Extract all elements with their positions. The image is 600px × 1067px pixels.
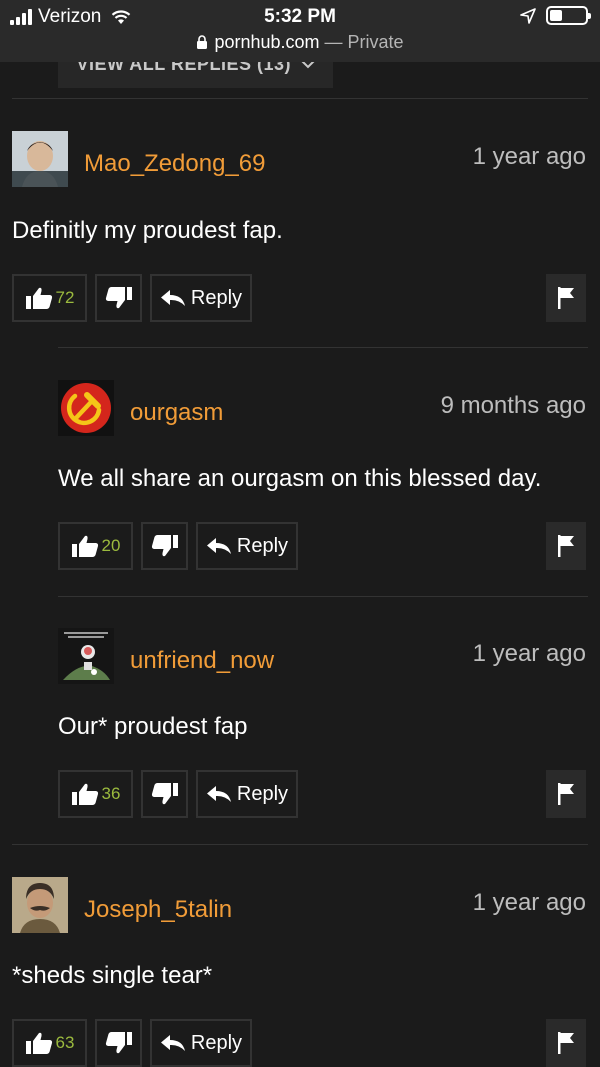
report-flag-button[interactable] <box>546 522 586 570</box>
reply-label: Reply <box>190 1031 243 1054</box>
reply-label: Reply <box>190 286 243 309</box>
like-count: 20 <box>101 536 121 555</box>
thumbs-up-icon <box>25 287 52 309</box>
user-avatar[interactable] <box>12 877 68 933</box>
status-time: 5:32 PM <box>264 6 336 27</box>
thumbs-down-icon <box>151 783 178 805</box>
divider <box>12 844 588 845</box>
location-arrow-icon <box>520 7 536 24</box>
url-separator: — <box>319 32 348 52</box>
portrait-avatar-icon <box>12 131 68 187</box>
url-text: pornhub.com <box>214 32 320 52</box>
flag-icon <box>558 535 574 557</box>
thumbs-up-icon <box>71 783 98 805</box>
comment-time: 1 year ago <box>472 640 586 667</box>
username-link[interactable]: Mao_Zedong_69 <box>84 150 265 178</box>
divider <box>58 596 588 597</box>
username-link[interactable]: ourgasm <box>130 399 223 427</box>
reply-button[interactable]: Reply <box>150 1019 252 1067</box>
dislike-button[interactable] <box>95 1019 142 1067</box>
thumbs-up-icon <box>71 535 98 557</box>
dislike-button[interactable] <box>141 770 188 818</box>
reply-arrow-icon <box>160 290 185 306</box>
like-count: 36 <box>101 784 121 803</box>
username-link[interactable]: unfriend_now <box>130 647 274 675</box>
like-count: 63 <box>55 1033 75 1052</box>
thumbs-down-icon <box>105 287 132 309</box>
dislike-button[interactable] <box>95 274 142 322</box>
reply-button[interactable]: Reply <box>196 770 298 818</box>
like-button[interactable]: 72 <box>12 274 87 322</box>
reply-arrow-icon <box>206 538 231 554</box>
reply-button[interactable]: Reply <box>150 274 252 322</box>
divider <box>12 98 588 99</box>
reply-label: Reply <box>236 534 289 557</box>
like-button[interactable]: 63 <box>12 1019 87 1067</box>
comment-time: 9 months ago <box>440 392 586 419</box>
report-flag-button[interactable] <box>546 274 586 322</box>
flag-icon <box>558 1032 574 1054</box>
divider <box>58 347 588 348</box>
thumbs-up-icon <box>25 1032 52 1054</box>
hammer-sickle-avatar-icon <box>58 380 114 436</box>
dislike-button[interactable] <box>141 522 188 570</box>
thumbs-down-icon <box>105 1032 132 1054</box>
flag-icon <box>558 287 574 309</box>
comment-text: We all share an ourgasm on this blessed … <box>58 465 542 492</box>
like-button[interactable]: 36 <box>58 770 133 818</box>
comment-time: 1 year ago <box>472 889 586 916</box>
status-right <box>520 6 591 25</box>
comment-text: *sheds single tear* <box>12 962 213 989</box>
thumbs-down-icon <box>151 535 178 557</box>
username-link[interactable]: Joseph_5talin <box>84 896 232 924</box>
flag-icon <box>558 783 574 805</box>
comment-text: Definitly my proudest fap. <box>12 217 283 244</box>
user-avatar[interactable] <box>12 131 68 187</box>
report-flag-button[interactable] <box>546 1019 586 1067</box>
address-bar[interactable]: pornhub.com — Private <box>0 32 600 53</box>
lock-icon <box>197 35 208 49</box>
meme-avatar-icon <box>58 628 114 684</box>
reply-button[interactable]: Reply <box>196 522 298 570</box>
reply-arrow-icon <box>160 1035 185 1051</box>
user-avatar[interactable] <box>58 380 114 436</box>
like-count: 72 <box>55 288 75 307</box>
comment-text: Our* proudest fap <box>58 713 248 740</box>
report-flag-button[interactable] <box>546 770 586 818</box>
user-avatar[interactable] <box>58 628 114 684</box>
like-button[interactable]: 20 <box>58 522 133 570</box>
portrait-avatar-icon <box>12 877 68 933</box>
comment-time: 1 year ago <box>472 143 586 170</box>
reply-label: Reply <box>236 782 289 805</box>
status-bar: Verizon 5:32 PM pornhub.com — Private <box>0 0 600 62</box>
battery-icon <box>546 6 591 25</box>
private-mode-label: Private <box>347 32 404 52</box>
reply-arrow-icon <box>206 786 231 802</box>
